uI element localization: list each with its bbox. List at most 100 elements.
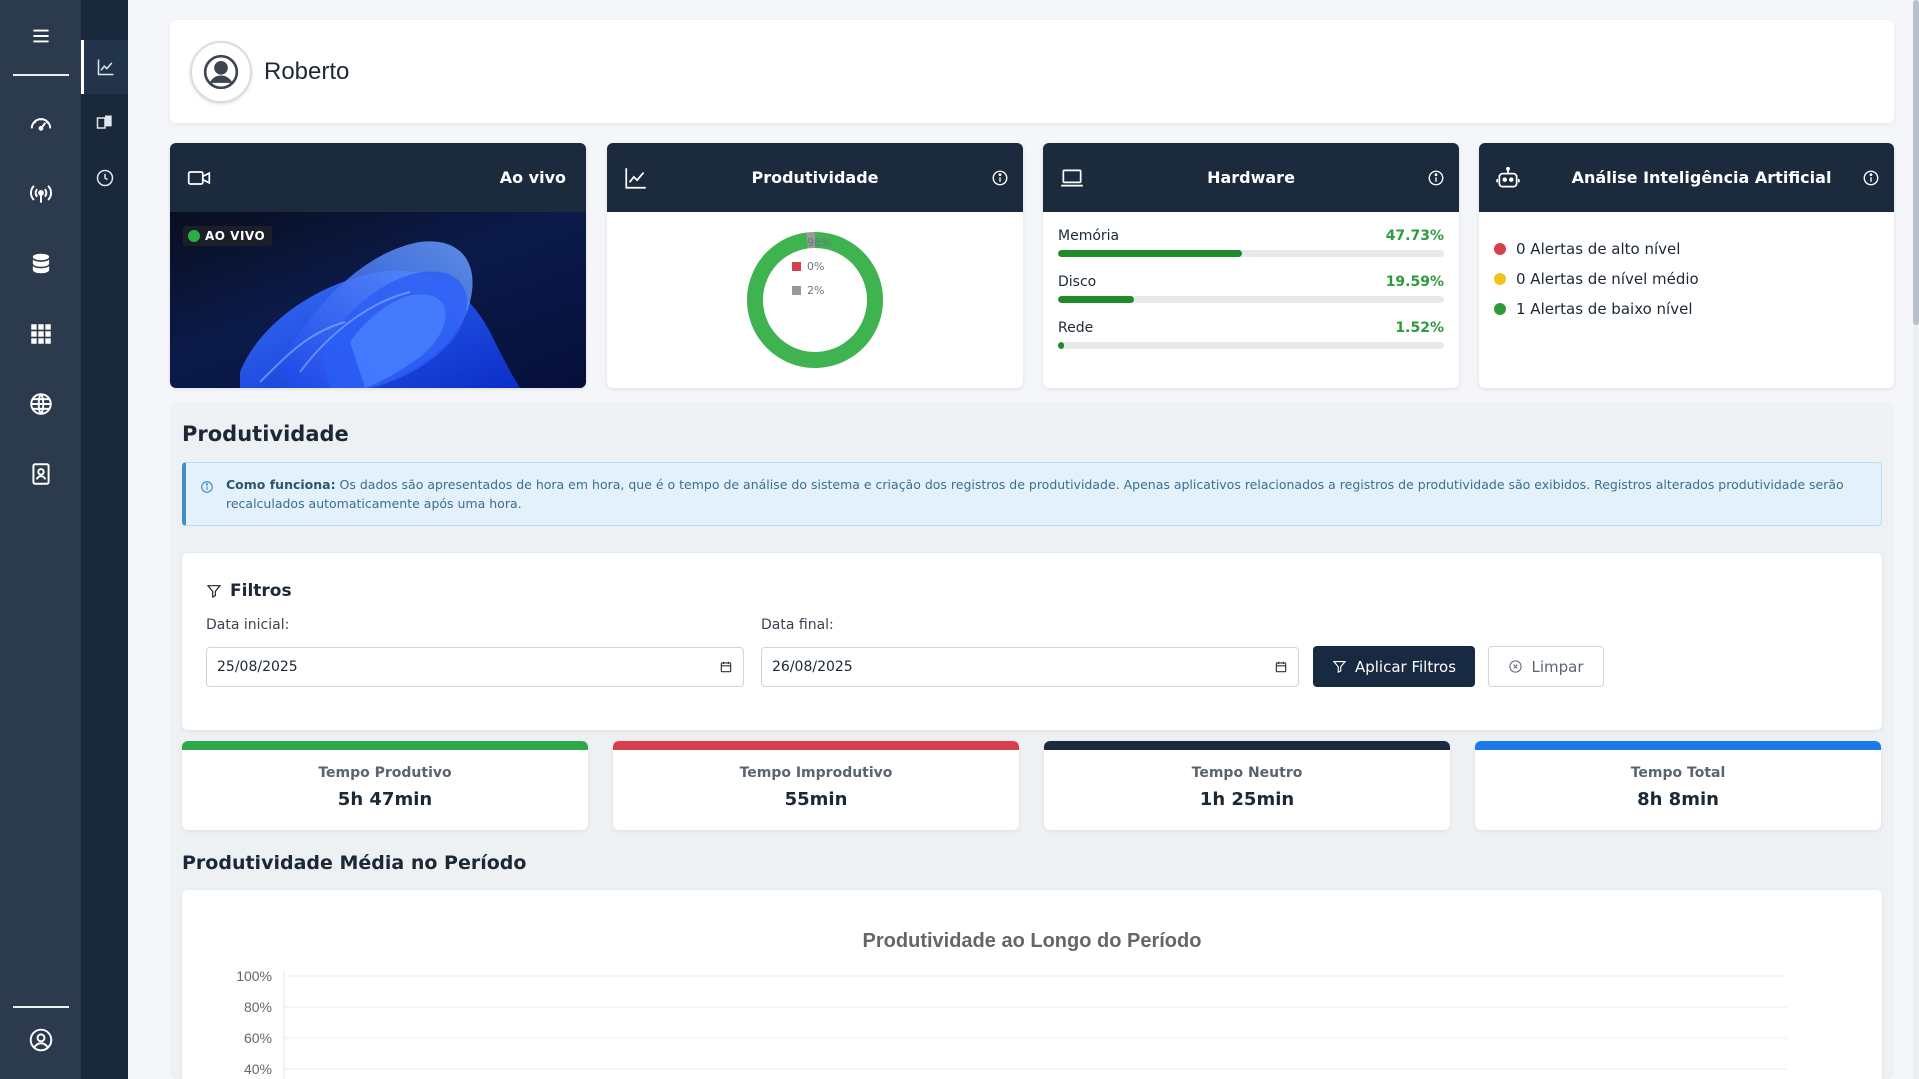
screens-icon[interactable] — [81, 96, 128, 150]
broadcast-icon[interactable] — [0, 170, 81, 218]
info-icon[interactable] — [1862, 169, 1880, 187]
live-card-title: Ao vivo — [499, 168, 566, 187]
productivity-chart-icon[interactable] — [81, 40, 128, 94]
stat-unproductive-time: Tempo Improdutivo 55min — [613, 741, 1019, 830]
stat-color-bar — [1475, 741, 1881, 750]
y-tick-label: 80% — [244, 999, 272, 1015]
stat-value: 55min — [784, 789, 848, 810]
legend-label: 98% — [807, 236, 832, 249]
stat-label: Tempo Neutro — [1191, 765, 1303, 781]
ai-analysis-card[interactable]: Análise Inteligência Artificial 0 Alerta… — [1479, 143, 1894, 388]
globe-icon[interactable] — [0, 380, 81, 428]
hardware-card-header: Hardware — [1043, 143, 1459, 212]
stat-value: 8h 8min — [1637, 789, 1719, 810]
hardware-metrics: Memória 47.73% Disco 19.59% Rede 1.52% — [1043, 212, 1459, 349]
filters-title-text: Filtros — [230, 581, 292, 601]
info-alert-bold: Como funciona: — [226, 477, 336, 492]
id-badge-icon[interactable] — [0, 450, 81, 498]
alert-dot — [1494, 303, 1506, 315]
ai-alerts-list: 0 Alertas de alto nível 0 Alertas de nív… — [1479, 212, 1894, 318]
stat-value: 1h 25min — [1199, 789, 1295, 810]
legend-label: 2% — [807, 284, 825, 297]
end-date-label: Data final: — [761, 617, 834, 633]
avatar — [190, 40, 252, 103]
alert-label: 1 Alertas de baixo nível — [1516, 300, 1693, 318]
live-badge-label: AO VIVO — [205, 229, 266, 243]
start-date-label: Data inicial: — [206, 617, 290, 633]
calendar-icon[interactable] — [719, 660, 733, 674]
history-clock-icon[interactable] — [81, 151, 128, 205]
apps-grid-icon[interactable] — [0, 310, 81, 358]
ai-card-header: Análise Inteligência Artificial — [1479, 143, 1894, 212]
live-status-dot — [188, 230, 200, 242]
alert-dot — [1494, 273, 1506, 285]
legend-item: 2% — [792, 279, 831, 303]
stat-total-time: Tempo Total 8h 8min — [1475, 741, 1881, 830]
hw-label: Memória — [1058, 228, 1120, 244]
video-camera-icon — [187, 170, 211, 185]
hardware-card-title: Hardware — [1207, 168, 1295, 187]
stat-label: Tempo Total — [1630, 765, 1726, 781]
productivity-card-title: Produtividade — [751, 168, 879, 187]
database-icon[interactable] — [0, 240, 81, 288]
alert-dot — [1494, 243, 1506, 255]
y-tick-label: 60% — [244, 1030, 272, 1046]
scrollbar-thumb[interactable] — [1913, 0, 1919, 325]
apply-filters-button[interactable]: Aplicar Filtros — [1313, 646, 1475, 687]
filter-funnel-icon — [206, 585, 222, 598]
start-date-input[interactable]: 25/08/2025 — [206, 647, 744, 687]
start-date-value: 25/08/2025 — [217, 659, 298, 675]
hw-network-row: Rede 1.52% — [1058, 320, 1444, 349]
user-name: Roberto — [264, 57, 350, 85]
average-productivity-title: Produtividade Média no Período — [182, 852, 527, 874]
live-screen-preview[interactable]: AO VIVO — [170, 212, 586, 388]
hw-progress-fill — [1058, 250, 1243, 257]
hw-progress-bar — [1058, 296, 1444, 303]
live-card-header: Ao vivo — [170, 143, 586, 212]
ai-alert-medium: 0 Alertas de nível médio — [1494, 270, 1879, 288]
hw-label: Disco — [1058, 274, 1097, 290]
menu-icon[interactable] — [0, 12, 81, 60]
productivity-card[interactable]: Produtividade 98% 0% 2% — [607, 143, 1023, 388]
dashboard-gauge-icon[interactable] — [0, 100, 81, 148]
calendar-icon[interactable] — [1274, 660, 1288, 674]
user-header-card: Roberto — [170, 20, 1894, 123]
clear-filters-button[interactable]: Limpar — [1488, 646, 1604, 687]
productivity-chart-card: 100% 80% 60% 40% Produtividade ao Longo do … — [182, 890, 1882, 1079]
info-icon[interactable] — [1427, 169, 1445, 187]
sidebar-divider-bottom — [13, 1006, 69, 1008]
hw-disk-row: Disco 19.59% — [1058, 274, 1444, 303]
end-date-input[interactable]: 26/08/2025 — [761, 647, 1299, 687]
info-alert: Como funciona: Os dados são apresentados… — [182, 462, 1882, 526]
live-card[interactable]: Ao vivo AO VIVO — [170, 143, 586, 388]
filter-funnel-icon — [1332, 660, 1347, 674]
hardware-card[interactable]: Hardware Memória 47.73% Disco 19.59% Rede 1… — [1043, 143, 1459, 388]
productivity-line-chart: 100% 80% 60% 40% — [236, 968, 1787, 1079]
stat-neutral-time: Tempo Neutro 1h 25min — [1044, 741, 1450, 830]
info-circle-icon — [201, 481, 213, 493]
stat-color-bar — [1044, 741, 1450, 750]
close-circle-icon — [1509, 660, 1523, 673]
user-profile-icon[interactable] — [0, 1016, 81, 1064]
main-sidebar — [0, 0, 81, 1079]
ai-alert-low: 1 Alertas de baixo nível — [1494, 300, 1879, 318]
alert-label: 0 Alertas de alto nível — [1516, 240, 1681, 258]
stat-color-bar — [613, 741, 1019, 750]
hw-label: Rede — [1058, 320, 1094, 336]
info-icon[interactable] — [991, 169, 1009, 187]
main-content: Roberto Ao vivo AO VIVO Produtividade 98… — [128, 0, 1913, 1079]
alert-label: 0 Alertas de nível médio — [1516, 270, 1699, 288]
y-tick-label: 40% — [244, 1061, 272, 1077]
hw-memory-row: Memória 47.73% — [1058, 228, 1444, 257]
legend-swatch — [792, 238, 801, 247]
stat-color-bar — [182, 741, 588, 750]
live-badge: AO VIVO — [183, 226, 273, 246]
legend-item: 0% — [792, 255, 831, 279]
legend-item: 98% — [792, 231, 831, 255]
ai-card-title: Análise Inteligência Artificial — [1571, 168, 1832, 187]
hw-value: 47.73% — [1385, 228, 1444, 244]
secondary-sidebar — [81, 0, 128, 1079]
donut-legend: 98% 0% 2% — [792, 231, 831, 303]
info-alert-text: Os dados são apresentados de hora em hor… — [226, 477, 1844, 511]
filters-title: Filtros — [206, 581, 292, 601]
